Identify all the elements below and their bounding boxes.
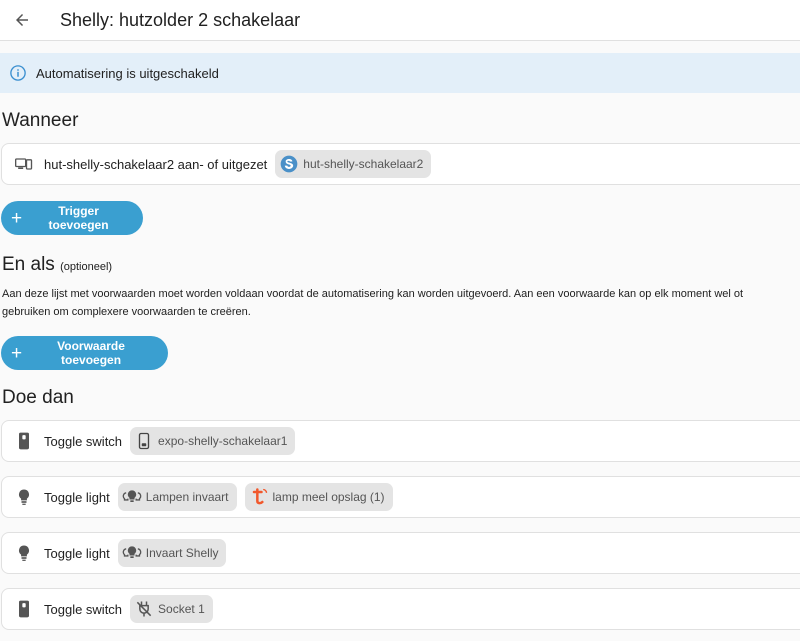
button-label: Voorwaarde toevoegen [57, 339, 125, 367]
switch-icon [14, 599, 34, 619]
description-line-1: Aan deze lijst met voorwaarden moet word… [2, 288, 744, 300]
arrow-left-icon [16, 14, 28, 26]
section-title-and-if: En als (optioneel) [2, 254, 112, 276]
action-label: Toggle light [44, 545, 110, 561]
trigger-card[interactable]: hut-shelly-schakelaar2 aan- of uitgezet … [1, 143, 800, 185]
devices-icon [14, 154, 34, 174]
device-chip[interactable]: hut-shelly-schakelaar2 [275, 150, 432, 178]
info-icon [9, 64, 27, 82]
device-chip[interactable]: lamp meel opslag (1) [244, 483, 393, 511]
action-label: Toggle switch [44, 433, 123, 449]
tuya-logo-icon [249, 487, 269, 507]
area-chip[interactable]: Invaart Shelly [117, 539, 227, 567]
section-title-then: Doe dan [2, 387, 74, 408]
add-trigger-button[interactable]: + Trigger toevoegen [1, 201, 143, 235]
chip-label: lamp meel opslag (1) [272, 490, 385, 504]
and-if-title: En als [2, 254, 55, 275]
chip-label: expo-shelly-schakelaar1 [158, 434, 288, 448]
conditions-description: Aan deze lijst met voorwaarden moet word… [2, 285, 800, 321]
action-card[interactable]: Toggle light Invaart Shelly [1, 532, 800, 574]
lightbulb-group-icon [122, 487, 142, 507]
device-chip[interactable]: Socket 1 [130, 595, 213, 623]
switch-icon [14, 431, 34, 451]
app-header: Shelly: hutzolder 2 schakelaar [0, 0, 800, 41]
plus-icon: + [11, 207, 23, 229]
description-line-2: gebruiken om complexere voorwaarden te c… [2, 306, 251, 318]
action-label: Toggle light [44, 489, 110, 505]
chip-label: Invaart Shelly [145, 546, 219, 560]
shelly-logo-icon [279, 154, 299, 174]
action-card[interactable]: Toggle switch Socket 1 [1, 588, 800, 630]
trigger-label: hut-shelly-schakelaar2 aan- of uitgezet [44, 156, 268, 172]
chip-label: Socket 1 [158, 602, 205, 616]
lightbulb-icon [14, 543, 34, 563]
chip-label: Lampen invaart [145, 490, 229, 504]
plus-icon: + [11, 342, 23, 364]
action-card[interactable]: Toggle switch expo-shelly-schakelaar1 [1, 420, 800, 462]
optional-label: (optioneel) [60, 261, 113, 273]
lightbulb-group-icon [122, 543, 142, 563]
banner-text: Automatisering is uitgeschakeld [36, 65, 219, 81]
power-plug-off-icon [134, 599, 154, 619]
chip-label: hut-shelly-schakelaar2 [303, 157, 424, 171]
disabled-banner: Automatisering is uitgeschakeld [0, 53, 800, 93]
page-title: Shelly: hutzolder 2 schakelaar [60, 9, 301, 30]
area-chip[interactable]: Lampen invaart [117, 483, 237, 511]
add-condition-button[interactable]: + Voorwaarde toevoegen [1, 336, 168, 370]
section-title-when: Wanneer [2, 110, 79, 131]
action-card[interactable]: Toggle light Lampen invaart lamp meel op… [1, 476, 800, 518]
back-button[interactable] [10, 8, 34, 32]
phone-switch-icon [134, 431, 154, 451]
action-label: Toggle switch [44, 601, 123, 617]
device-chip[interactable]: expo-shelly-schakelaar1 [130, 427, 296, 455]
lightbulb-icon [14, 487, 34, 507]
button-label: Trigger toevoegen [48, 204, 109, 232]
